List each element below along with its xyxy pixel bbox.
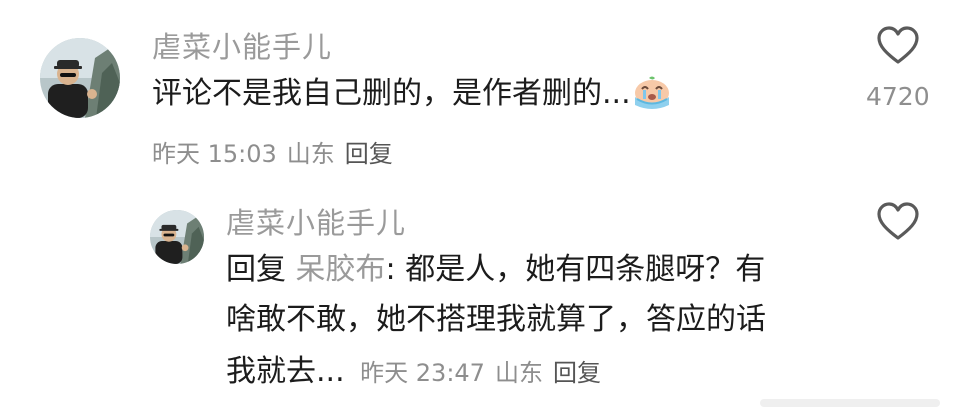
comment-thread: 虐菜小能手儿 评论不是我自己删的，是作者删的... 昨天 15:03 山东 回复 4 — [0, 0, 960, 420]
watermark-logo-icon — [760, 399, 940, 407]
reply-reply-button[interactable]: 回复 — [553, 359, 601, 387]
reply-text-content-3: 我就去... — [226, 354, 345, 389]
crying-face-icon — [634, 76, 669, 109]
comment-time: 昨天 15:03 — [152, 140, 277, 168]
reply-text-line-1: 回复 呆胶布: 都是人，她有四条腿呀？有 — [226, 248, 765, 292]
reply-button[interactable]: 回复 — [345, 140, 393, 168]
reply-text-line-3: 我就去... 昨天 23:47 山东 回复 — [226, 350, 611, 395]
comment-text: 评论不是我自己删的，是作者删的... — [152, 72, 673, 116]
reply-meta: 昨天 23:47 山东 回复 — [360, 359, 611, 387]
like-button[interactable] — [876, 26, 920, 66]
reply-time: 昨天 23:47 — [360, 359, 485, 387]
reply-colon: : — [385, 252, 406, 287]
avatar[interactable] — [40, 38, 120, 118]
like-count: 4720 — [866, 82, 930, 111]
reply-username[interactable]: 虐菜小能手儿 — [226, 200, 406, 242]
reply-to-username[interactable]: 呆胶布 — [296, 252, 386, 287]
reply-location: 山东 — [494, 359, 543, 387]
heart-icon — [877, 26, 919, 64]
avatar-photo-icon — [40, 38, 120, 118]
comment-meta: 昨天 15:03 山东 回复 — [152, 134, 403, 169]
reply-prefix: 回复 — [226, 252, 286, 287]
reply-like-button[interactable] — [876, 202, 920, 242]
comment-location: 山东 — [286, 140, 335, 168]
comment-text-content: 评论不是我自己删的，是作者删的... — [152, 76, 631, 111]
reply-text-content-1: 都是人，她有四条腿呀？有 — [405, 252, 766, 287]
reply-text-line-2: 啥敢不敢，她不搭理我就算了，答应的话 — [226, 302, 766, 337]
heart-icon — [877, 202, 919, 240]
comment-username[interactable]: 虐菜小能手儿 — [152, 24, 332, 66]
reply-avatar[interactable] — [150, 210, 204, 264]
avatar-photo-icon — [150, 210, 204, 264]
watermark — [760, 393, 940, 413]
